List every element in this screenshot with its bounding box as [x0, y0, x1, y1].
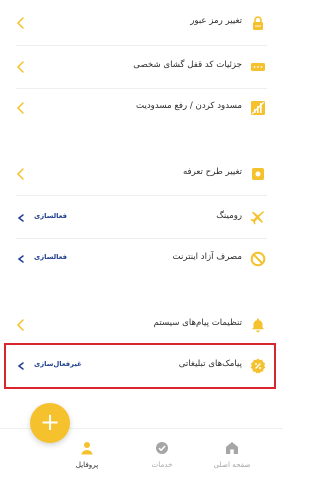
no-sign-icon: [250, 251, 266, 267]
airplane-icon: [250, 211, 264, 225]
pin-lock-label: جزئیات کد قفل گشای شخصی: [133, 60, 242, 70]
highlight-box: [4, 343, 276, 389]
block-signal-icon: [251, 101, 265, 115]
change-password-label: تغییر رمز عبور: [190, 16, 242, 26]
nav-profile-label: پروفایل: [75, 460, 99, 469]
pin-code-icon: [251, 63, 265, 71]
chevron-left-icon: [16, 319, 24, 331]
nav-home-label: صفحه اصلی: [213, 460, 251, 469]
block-unblock-label: مسدود کردن / رفع مسدودیت: [136, 101, 242, 111]
settings-item-block-unblock[interactable]: مسدود کردن / رفع مسدودیت: [10, 89, 272, 127]
divider: [16, 238, 267, 239]
plus-icon: +: [39, 408, 61, 436]
tariff-icon: [252, 168, 264, 180]
lock-icon: [253, 16, 263, 30]
chevron-left-icon: [16, 168, 24, 180]
nav-profile[interactable]: پروفایل: [52, 441, 122, 469]
settings-item-system-messages[interactable]: تنظیمات پیام‌های سیستم: [10, 306, 272, 344]
system-messages-label: تنظیمات پیام‌های سیستم: [153, 318, 242, 328]
divider: [16, 45, 267, 46]
chevron-left-icon: [17, 255, 24, 263]
divider: [16, 195, 267, 196]
chevron-left-icon: [16, 102, 24, 114]
nav-services[interactable]: خدمات: [127, 441, 197, 469]
settings-item-change-password[interactable]: تغییر رمز عبور: [10, 4, 272, 42]
profile-icon: [81, 442, 93, 455]
bell-icon: [252, 318, 264, 333]
add-fab-button[interactable]: +: [30, 403, 70, 443]
nav-home[interactable]: صفحه اصلی: [197, 441, 267, 469]
settings-item-free-internet[interactable]: مصرف آزاد اینترنت فعالسازی: [10, 240, 272, 278]
home-icon: [226, 442, 238, 454]
settings-item-change-tariff[interactable]: تغییر طرح تعرفه: [10, 155, 272, 193]
chevron-left-icon: [16, 17, 24, 29]
services-icon: [156, 442, 168, 454]
chevron-left-icon: [17, 214, 24, 222]
nav-services-label: خدمات: [151, 460, 173, 469]
settings-item-roaming[interactable]: رومینگ فعالسازی: [10, 199, 272, 237]
free-internet-activate-link[interactable]: فعالسازی: [34, 253, 67, 261]
roaming-activate-link[interactable]: فعالسازی: [34, 212, 67, 220]
settings-item-pin-lock[interactable]: جزئیات کد قفل گشای شخصی: [10, 48, 272, 86]
change-tariff-label: تغییر طرح تعرفه: [182, 167, 242, 177]
roaming-label: رومینگ: [216, 211, 242, 221]
chevron-left-icon: [16, 61, 24, 73]
free-internet-label: مصرف آزاد اینترنت: [172, 252, 242, 262]
